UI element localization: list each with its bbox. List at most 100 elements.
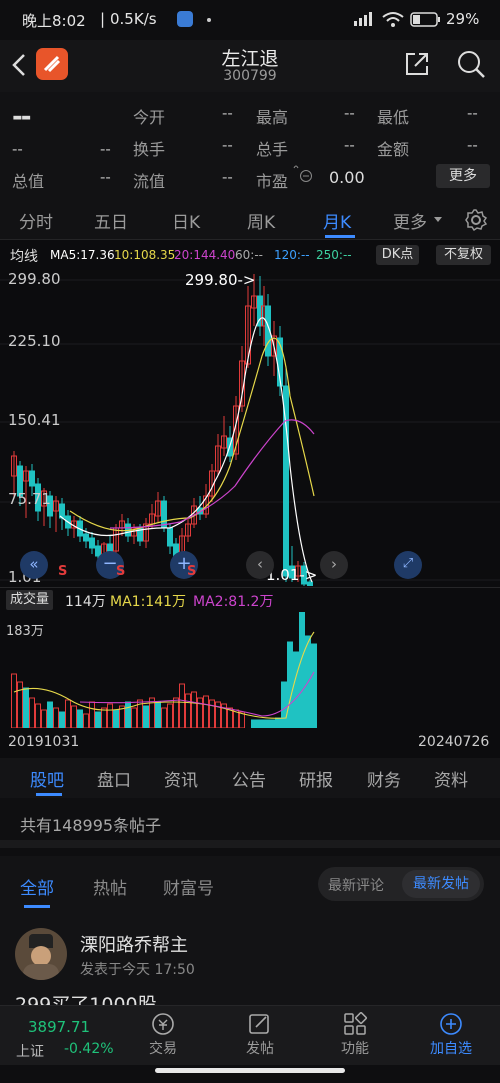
candle-body xyxy=(167,527,173,547)
nav-trade[interactable]: 交易 xyxy=(128,1012,198,1058)
price-tick-2: 225.10 xyxy=(8,332,61,350)
volume-bar xyxy=(95,711,101,728)
tab-monthly-k[interactable]: 月K xyxy=(323,208,351,233)
filter-hot[interactable]: 热帖 xyxy=(93,874,127,899)
nav-post[interactable]: 发帖 xyxy=(225,1012,295,1058)
turnover-label: 换手 xyxy=(133,140,166,159)
active-tab-indicator xyxy=(325,235,355,238)
volume-bar xyxy=(29,697,35,728)
section-finance[interactable]: 财务 xyxy=(367,766,401,791)
volume-bar xyxy=(35,703,41,728)
volume-bar xyxy=(113,709,119,728)
volume-bar xyxy=(83,713,89,728)
total-value-label: 总值 xyxy=(12,172,45,191)
battery-icon xyxy=(410,12,440,27)
share-icon[interactable] xyxy=(404,51,430,77)
tab-five-day[interactable]: 五日 xyxy=(94,208,128,233)
volume-bar xyxy=(257,719,263,728)
ma5-value: MA5:17.36 xyxy=(50,248,115,262)
sort-latest-post[interactable]: 最新发帖 xyxy=(402,870,480,898)
volume-indicator-selector[interactable]: 成交量 xyxy=(6,590,54,610)
index-value[interactable]: 3897.71 xyxy=(28,1018,90,1036)
filter-fortune[interactable]: 财富号 xyxy=(163,874,214,899)
ma60-value: 60:-- xyxy=(235,248,263,262)
post-meta: 发表于今天 17:50 xyxy=(80,962,195,978)
volume-bar xyxy=(155,701,161,728)
volume-value: 114万 xyxy=(65,594,106,610)
price-change: -- xyxy=(12,140,23,158)
scroll-left-icon[interactable]: ‹ xyxy=(246,551,274,579)
volume-bar xyxy=(41,709,47,728)
rewind-icon[interactable]: « xyxy=(20,551,48,579)
status-time: 晚上8:02 xyxy=(22,12,86,30)
section-profile[interactable]: 资料 xyxy=(434,766,468,791)
volume-bar xyxy=(53,707,59,728)
pe-info-icon[interactable] xyxy=(292,163,314,185)
home-indicator[interactable] xyxy=(155,1068,345,1073)
tab-weekly-k[interactable]: 周K xyxy=(247,208,275,233)
nav-functions-label: 功能 xyxy=(341,1041,369,1057)
volume-bar xyxy=(185,693,191,728)
section-announcements[interactable]: 公告 xyxy=(232,766,266,791)
tab-intraday[interactable]: 分时 xyxy=(19,208,53,233)
adjust-type-button[interactable]: 不复权 xyxy=(436,245,491,265)
settings-gear-icon[interactable] xyxy=(464,208,488,232)
app-notification-icon xyxy=(177,11,193,27)
search-icon[interactable] xyxy=(456,49,486,79)
volume-chart[interactable] xyxy=(0,612,500,728)
nav-add-watchlist[interactable]: 加自选 xyxy=(416,1012,486,1058)
candlestick-chart[interactable] xyxy=(0,266,500,586)
section-research[interactable]: 研报 xyxy=(299,766,333,791)
dk-point-button[interactable]: DK点 xyxy=(376,245,419,265)
volume-bar xyxy=(293,651,299,728)
status-separator: | xyxy=(100,10,106,28)
sort-latest-comment[interactable]: 最新评论 xyxy=(328,875,384,895)
ma20-value: 20:144.40 xyxy=(174,248,236,262)
signal-s-1: S xyxy=(58,564,68,579)
volume-bar xyxy=(65,699,71,728)
section-pankou[interactable]: 盘口 xyxy=(97,766,131,791)
kline-chart-area[interactable]: 均线 MA5:17.36 10:108.35 20:144.40 60:-- 1… xyxy=(0,240,500,760)
ma120-value: 120:-- xyxy=(274,248,310,262)
exchange-icon xyxy=(152,1013,174,1035)
volume-bar xyxy=(167,703,173,728)
current-price: -- xyxy=(12,102,32,132)
tab-more[interactable]: 更多 xyxy=(393,208,427,233)
period-tabs: 分时 五日 日K 周K 月K 更多 xyxy=(0,200,500,240)
nav-add-watchlist-label: 加自选 xyxy=(430,1041,472,1057)
index-change[interactable]: -0.42% xyxy=(64,1041,114,1057)
amount-value: -- xyxy=(467,136,478,154)
filter-all[interactable]: 全部 xyxy=(20,874,54,899)
volume-bar xyxy=(287,641,293,728)
signal-s-3: S xyxy=(187,564,197,579)
fullscreen-icon[interactable]: ⤢ xyxy=(394,551,422,579)
ma10-value: 10:108.35 xyxy=(114,248,176,262)
edit-icon xyxy=(249,1014,269,1034)
post-author[interactable]: 溧阳路乔帮主 xyxy=(80,931,188,957)
volume-bar xyxy=(161,707,167,728)
turnover-value: -- xyxy=(222,136,233,154)
nav-trade-label: 交易 xyxy=(149,1041,177,1057)
min-price-marker: 1.01-> xyxy=(266,566,318,584)
tab-daily-k[interactable]: 日K xyxy=(172,208,200,233)
dot-icon xyxy=(207,18,211,22)
sort-toggle: 最新评论 最新发帖 xyxy=(318,867,484,901)
avatar[interactable] xyxy=(15,928,67,980)
volume-bar xyxy=(251,719,257,728)
volume-bar xyxy=(89,701,95,728)
total-value: -- xyxy=(100,168,111,186)
pe-value: 0.00 xyxy=(329,168,365,187)
section-guba[interactable]: 股吧 xyxy=(30,766,64,791)
scroll-right-icon[interactable]: › xyxy=(320,551,348,579)
volume-ma1: MA1:141万 xyxy=(110,594,187,610)
more-button[interactable]: 更多 xyxy=(436,164,490,188)
volume-bar xyxy=(17,681,23,728)
index-name[interactable]: 上证 xyxy=(16,1041,44,1061)
chevron-down-icon xyxy=(434,217,442,222)
nav-functions[interactable]: 功能 xyxy=(320,1012,390,1058)
float-value: -- xyxy=(222,168,233,186)
network-speed: 0.5K/s xyxy=(110,10,157,28)
status-bar: 晚上8:02 | 0.5K/s 29% xyxy=(0,0,500,40)
volume-value: -- xyxy=(344,136,355,154)
section-news[interactable]: 资讯 xyxy=(164,766,198,791)
